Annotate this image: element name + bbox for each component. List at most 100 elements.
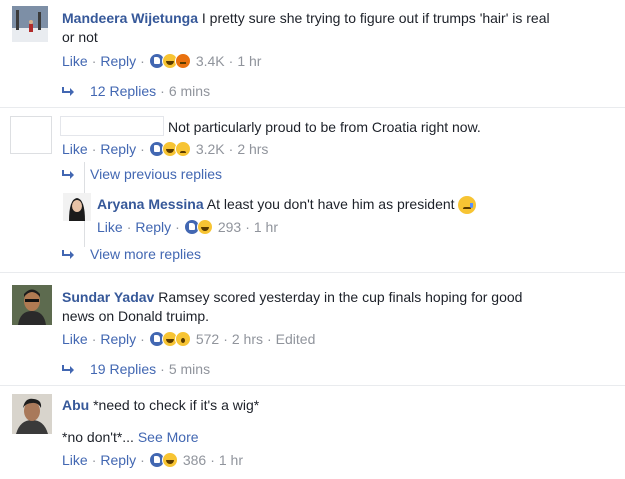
edited-label[interactable]: Edited — [276, 331, 316, 347]
replies-count[interactable]: 19 Replies — [90, 361, 156, 377]
timestamp[interactable]: 1 hr — [219, 452, 243, 468]
separator: · — [126, 219, 132, 235]
reply-button[interactable]: Reply — [100, 331, 136, 347]
separator: · — [228, 141, 234, 157]
comment-body: Abu *need to check if it's a wig* — [62, 396, 622, 415]
avatar[interactable] — [10, 116, 52, 154]
author-name[interactable]: Aryana Messina — [97, 196, 204, 212]
reactions[interactable] — [183, 219, 213, 235]
comment-actions: Like · Reply · 386 · 1 hr — [62, 451, 243, 469]
replies-link[interactable]: 19 Replies · 5 mins — [62, 360, 210, 378]
timestamp[interactable]: 1 hr — [237, 53, 261, 69]
comment-text-continued: news on Donald truimp. — [62, 308, 210, 324]
separator: · — [91, 452, 97, 468]
angry-reaction-icon — [174, 53, 191, 69]
reaction-count[interactable]: 3.2K — [196, 141, 225, 157]
separator: · — [228, 53, 234, 69]
separator: · — [245, 219, 250, 235]
replies-link[interactable]: 12 Replies · 6 mins — [62, 82, 210, 100]
comment-text-continued: *no don't*... — [62, 429, 134, 445]
separator: · — [91, 141, 97, 157]
reactions[interactable] — [148, 331, 191, 347]
separator: · — [210, 452, 215, 468]
separator: · — [140, 331, 145, 347]
reply-arrow-icon — [62, 249, 76, 259]
comment-actions: Like · Reply · 3.2K · 2 hrs — [62, 140, 268, 158]
crying-face-icon — [458, 196, 477, 215]
like-button[interactable]: Like — [62, 141, 88, 157]
divider — [0, 272, 625, 273]
separator: · — [140, 53, 145, 69]
reaction-count[interactable]: 386 — [183, 452, 206, 468]
timestamp[interactable]: 2 hrs — [232, 331, 263, 347]
haha-reaction-icon — [161, 452, 178, 468]
separator: · — [160, 83, 165, 99]
reply-arrow-icon — [62, 364, 76, 374]
separator: · — [91, 53, 97, 69]
avatar[interactable] — [12, 285, 52, 325]
avatar-image — [12, 394, 52, 434]
reaction-count[interactable]: 3.4K — [196, 53, 225, 69]
author-name[interactable]: Mandeera Wijetunga — [62, 10, 198, 26]
reactions[interactable] — [148, 452, 178, 468]
reply-button[interactable]: Reply — [135, 219, 171, 235]
like-button[interactable]: Like — [62, 452, 88, 468]
comment-text: Ramsey scored yesterday in the cup final… — [158, 289, 523, 305]
avatar[interactable] — [12, 394, 52, 434]
separator: · — [140, 141, 145, 157]
reply-button[interactable]: Reply — [100, 452, 136, 468]
view-previous-replies-link[interactable]: View previous replies — [62, 165, 222, 183]
reply-body: Aryana Messina At least you don't have h… — [97, 195, 477, 215]
replies-count[interactable]: 12 Replies — [90, 83, 156, 99]
separator: · — [223, 331, 228, 347]
author-name[interactable]: Abu — [62, 397, 89, 413]
author-name[interactable]: Sundar Yadav — [62, 289, 154, 305]
replies-time: 5 mins — [168, 361, 211, 377]
avatar[interactable] — [12, 6, 48, 42]
comment-body: Sundar Yadav Ramsey scored yesterday in … — [62, 288, 622, 326]
reactions[interactable] — [148, 53, 191, 69]
avatar[interactable] — [63, 193, 91, 221]
avatar-image — [12, 6, 48, 42]
timestamp[interactable]: 1 hr — [254, 219, 278, 235]
view-previous-replies-label[interactable]: View previous replies — [90, 166, 222, 182]
comment-text: Not particularly proud to be from Croati… — [168, 119, 481, 135]
separator: · — [140, 452, 145, 468]
haha-reaction-icon — [196, 219, 213, 235]
like-button[interactable]: Like — [62, 53, 88, 69]
separator: · — [175, 219, 180, 235]
comment-text: At least you don't have him as president — [206, 196, 455, 212]
reaction-count[interactable]: 293 — [218, 219, 241, 235]
replies-time: 6 mins — [168, 83, 211, 99]
reply-actions: Like · Reply · 293 · 1 hr — [97, 218, 278, 236]
view-more-replies-label[interactable]: View more replies — [90, 246, 201, 262]
see-more-link[interactable]: See More — [138, 429, 199, 445]
comment-text-continued-block: *no don't*... See More — [62, 428, 199, 447]
reply-arrow-icon — [62, 86, 76, 96]
wow-reaction-icon — [174, 331, 191, 347]
comment-actions: Like · Reply · 3.4K · 1 hr — [62, 52, 261, 70]
reaction-count[interactable]: 572 — [196, 331, 219, 347]
divider — [0, 385, 625, 386]
comment-text-continued: or not — [62, 29, 98, 45]
like-button[interactable]: Like — [62, 331, 88, 347]
avatar-image — [12, 285, 52, 325]
sad-reaction-icon — [174, 141, 191, 157]
separator: · — [266, 331, 272, 347]
reply-button[interactable]: Reply — [100, 141, 136, 157]
separator: · — [91, 331, 97, 347]
timestamp[interactable]: 2 hrs — [237, 141, 268, 157]
avatar-image — [63, 193, 91, 221]
comment-text: I pretty sure she trying to figure out i… — [201, 10, 550, 26]
divider — [0, 107, 625, 108]
reply-arrow-icon — [62, 169, 76, 179]
redacted-author-name[interactable] — [60, 116, 164, 136]
reactions[interactable] — [148, 141, 191, 157]
separator: · — [160, 361, 165, 377]
reply-button[interactable]: Reply — [100, 53, 136, 69]
view-more-replies-link[interactable]: View more replies — [62, 245, 201, 263]
comment-body: Mandeera Wijetunga I pretty sure she try… — [62, 9, 622, 47]
comment-text: *need to check if it's a wig* — [93, 397, 260, 413]
like-button[interactable]: Like — [97, 219, 123, 235]
comment-actions: Like · Reply · 572 · 2 hrs · Edited — [62, 330, 315, 348]
